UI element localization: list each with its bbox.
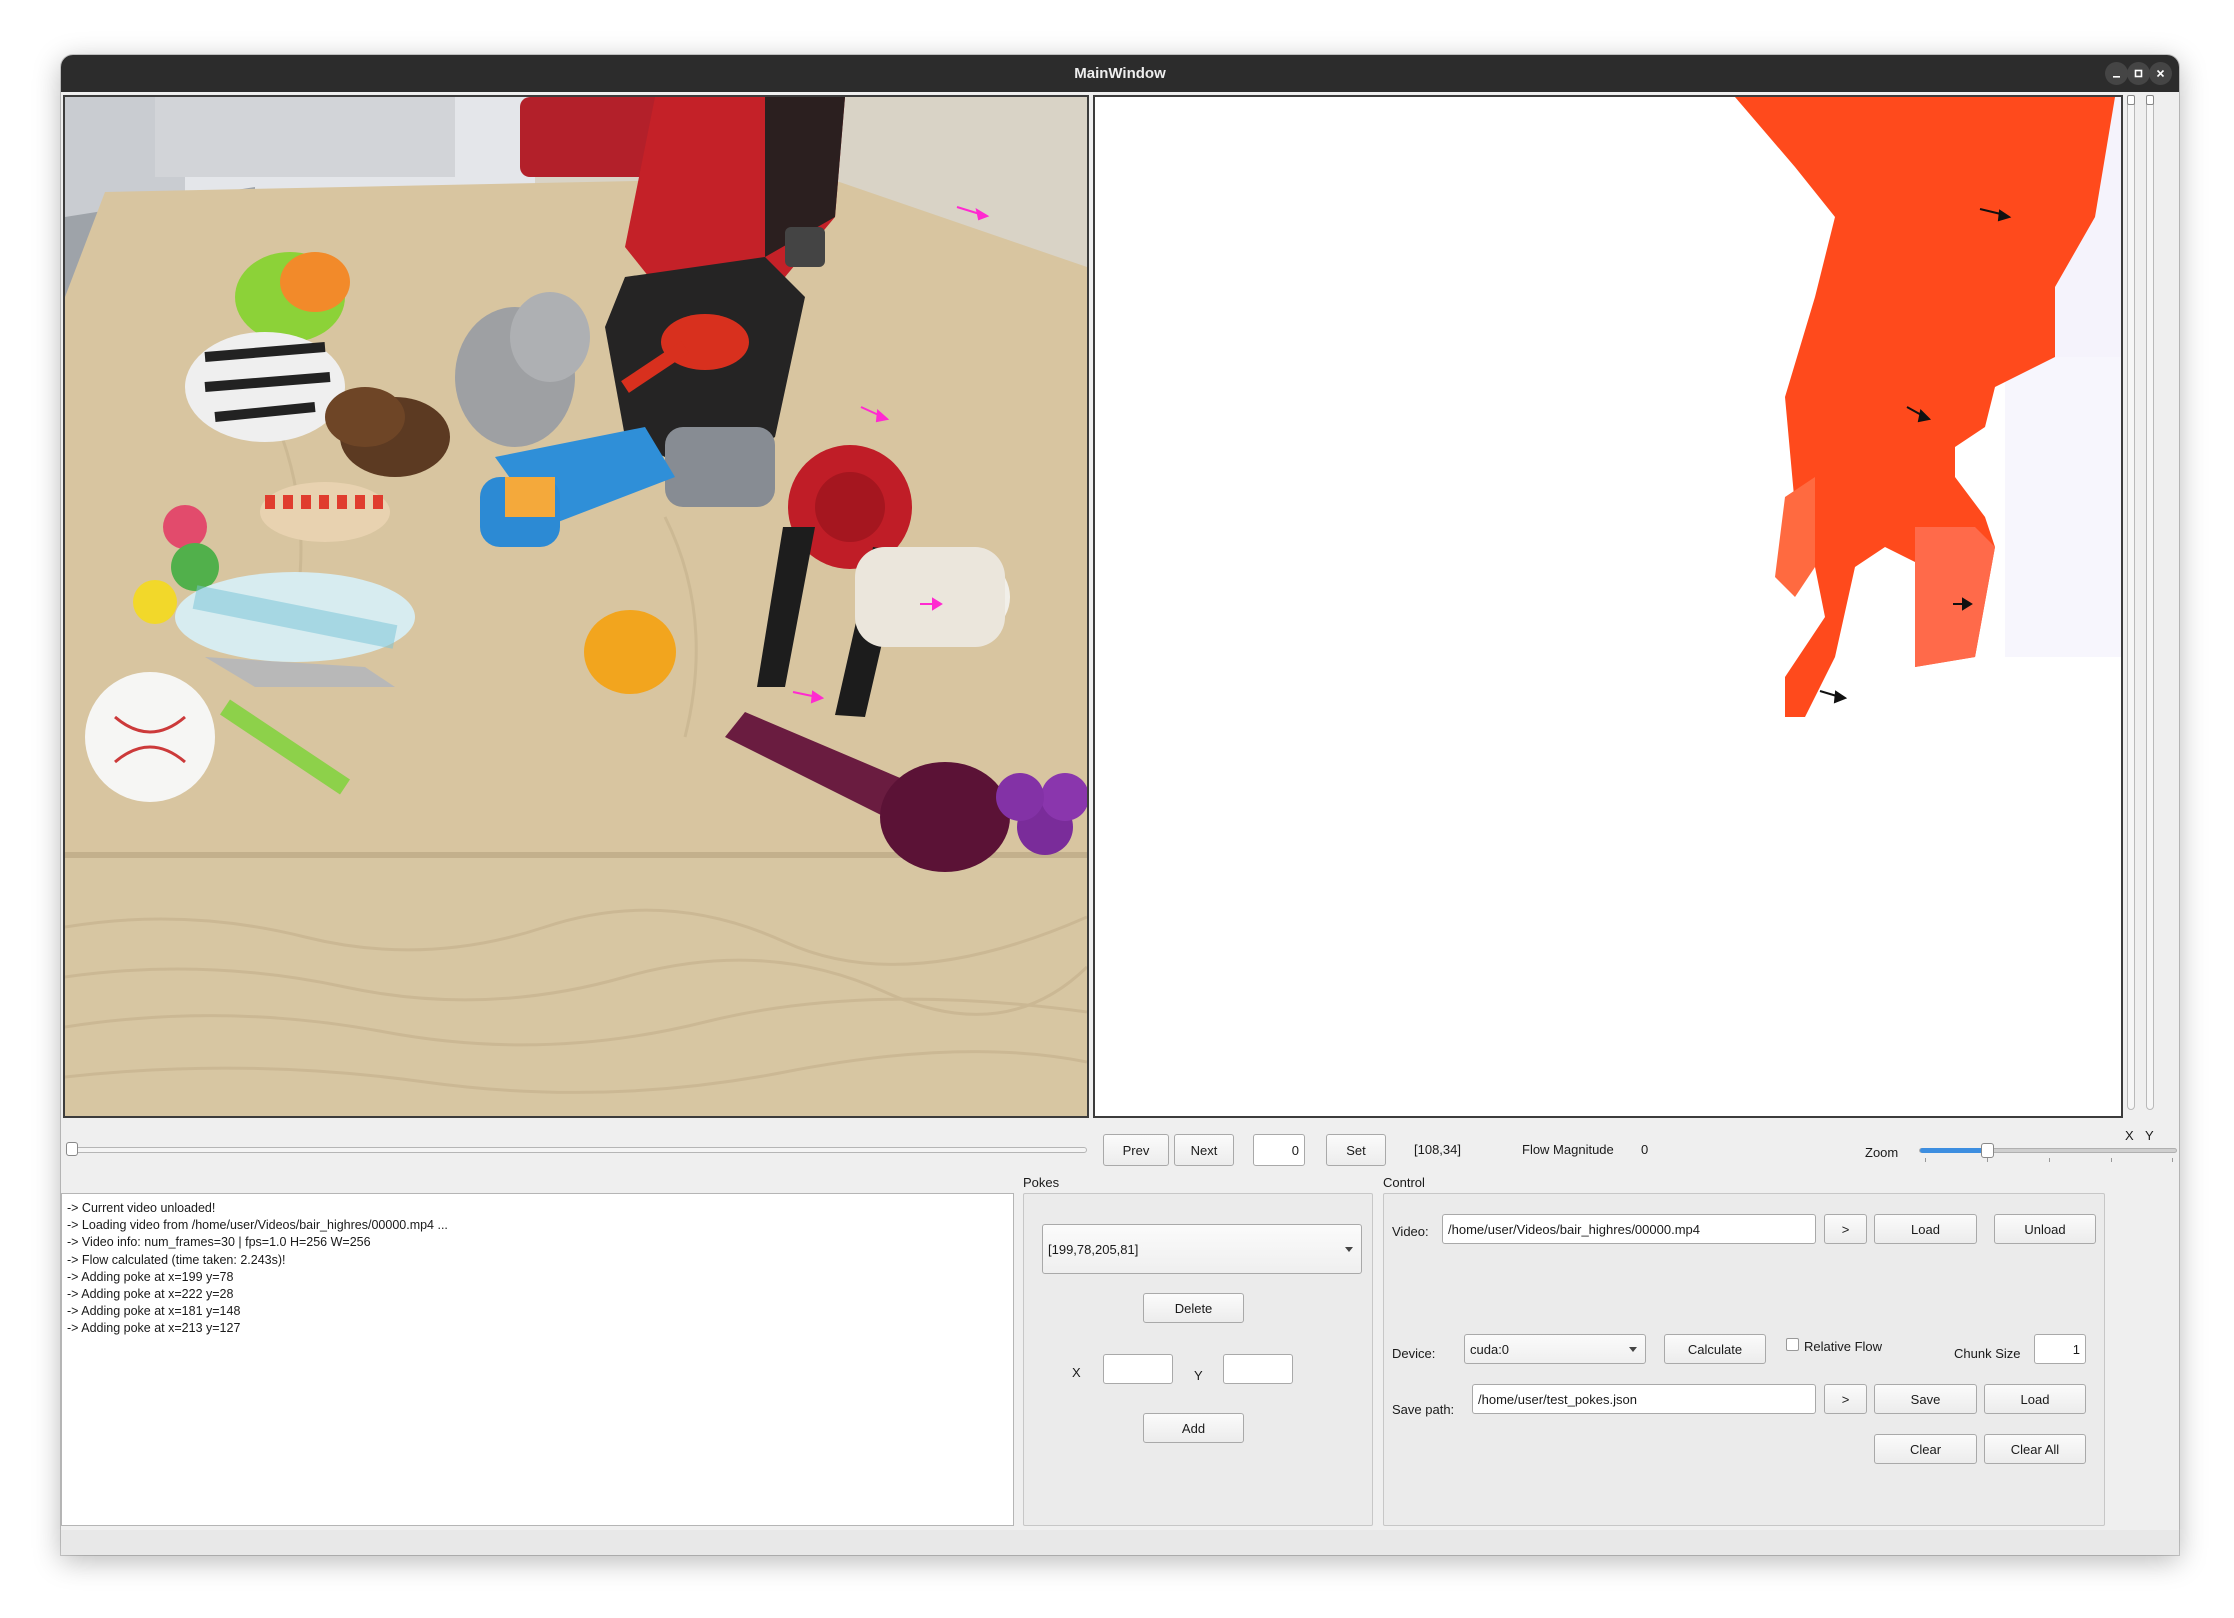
- next-button[interactable]: Next: [1174, 1134, 1234, 1166]
- zoom-tick: [2111, 1158, 2112, 1162]
- close-icon[interactable]: [2149, 62, 2172, 85]
- flow-magnitude-image: [1095, 97, 2121, 1116]
- save-path-label: Save path:: [1392, 1402, 1455, 1417]
- zoom-slider-handle[interactable]: [1981, 1143, 1994, 1158]
- relative-flow-checkbox[interactable]: [1786, 1338, 1799, 1351]
- zoom-slider-fill: [1920, 1148, 1987, 1153]
- flow-magnitude-label: Flow Magnitude: [1522, 1142, 1614, 1157]
- poke-select-value: [199,78,205,81]: [1048, 1241, 1139, 1257]
- zoom-label: Zoom: [1865, 1145, 1899, 1160]
- zoom-slider[interactable]: [1919, 1143, 2177, 1162]
- zoom-tick: [2049, 1158, 2050, 1162]
- status-bar: [61, 1530, 2179, 1555]
- load-pokes-button[interactable]: Load: [1984, 1384, 2086, 1414]
- pokes-group-title: Pokes: [1023, 1175, 1060, 1190]
- set-frame-button[interactable]: Set: [1326, 1134, 1386, 1166]
- y-offset-slider[interactable]: [2146, 95, 2154, 1110]
- log-line: -> Adding poke at x=181 y=148: [67, 1304, 241, 1319]
- device-label: Device:: [1392, 1346, 1436, 1361]
- load-video-button[interactable]: Load: [1874, 1214, 1977, 1244]
- zoom-tick: [2172, 1158, 2173, 1162]
- chunk-size-input[interactable]: [2034, 1334, 2086, 1364]
- log-line: -> Video info: num_frames=30 | fps=1.0 H…: [67, 1235, 371, 1250]
- poke-x-label: X: [1072, 1365, 1081, 1380]
- main-window: MainWindow X Y Prev Next 0 Set [108,34] …: [61, 55, 2179, 1555]
- video-frame-image: [65, 97, 1087, 1116]
- log-output[interactable]: -> Current video unloaded! -> Loading vid…: [61, 1193, 1014, 1526]
- calculate-flow-button[interactable]: Calculate: [1664, 1334, 1766, 1364]
- control-group-title: Control: [1383, 1175, 1425, 1190]
- flow-view[interactable]: [1093, 95, 2123, 1118]
- device-select-value: cuda:0: [1470, 1341, 1510, 1357]
- add-poke-button[interactable]: Add: [1143, 1413, 1244, 1443]
- y-axis-label: Y: [2145, 1128, 2154, 1143]
- cursor-coordinates: [108,34]: [1414, 1142, 1461, 1157]
- relative-flow-label: Relative Flow: [1804, 1339, 1883, 1354]
- log-line: -> Flow calculated (time taken: 2.243s)!: [67, 1252, 286, 1267]
- zoom-tick: [1925, 1158, 1926, 1162]
- chevron-down-icon: [1629, 1347, 1637, 1352]
- flow-magnitude-value: 0: [1641, 1142, 1649, 1157]
- poke-y-label: Y: [1194, 1368, 1203, 1383]
- x-slider-handle[interactable]: [2127, 95, 2135, 105]
- log-line: -> Adding poke at x=213 y=127: [67, 1321, 241, 1336]
- x-offset-slider[interactable]: [2127, 95, 2135, 1110]
- frame-timeline-slider[interactable]: [66, 1142, 1087, 1156]
- poke-x-input[interactable]: [1103, 1354, 1173, 1384]
- control-group: Video: > Load Unload Device: cuda:0 Calc…: [1383, 1193, 2105, 1526]
- timeline-handle[interactable]: [66, 1142, 78, 1156]
- clear-all-button[interactable]: Clear All: [1984, 1434, 2086, 1464]
- log-line: -> Adding poke at x=199 y=78: [67, 1269, 234, 1284]
- frame-number-input[interactable]: [1253, 1134, 1305, 1166]
- log-line: -> Current video unloaded!: [67, 1201, 216, 1215]
- minimize-icon[interactable]: [2105, 62, 2128, 85]
- unload-video-button[interactable]: Unload: [1994, 1214, 2096, 1244]
- title-bar[interactable]: MainWindow: [61, 55, 2179, 92]
- window-title: MainWindow: [1074, 65, 1166, 82]
- poke-y-input[interactable]: [1223, 1354, 1293, 1384]
- save-path-input[interactable]: [1472, 1384, 1816, 1414]
- device-select[interactable]: cuda:0: [1464, 1334, 1646, 1364]
- browse-video-button[interactable]: >: [1824, 1214, 1867, 1244]
- pokes-group: [199,78,205,81] Delete X Y Add: [1023, 1193, 1373, 1526]
- browse-save-path-button[interactable]: >: [1824, 1384, 1867, 1414]
- video-label: Video:: [1392, 1224, 1429, 1239]
- delete-poke-button[interactable]: Delete: [1143, 1293, 1244, 1323]
- y-slider-handle[interactable]: [2146, 95, 2154, 105]
- maximize-icon[interactable]: [2127, 62, 2150, 85]
- video-path-input[interactable]: [1442, 1214, 1816, 1244]
- x-axis-label: X: [2125, 1128, 2134, 1143]
- log-line: -> Loading video from /home/user/Videos/…: [67, 1218, 448, 1233]
- chevron-down-icon: [1345, 1247, 1353, 1252]
- prev-button[interactable]: Prev: [1103, 1134, 1169, 1166]
- zoom-tick: [1987, 1158, 1988, 1162]
- save-pokes-button[interactable]: Save: [1874, 1384, 1977, 1414]
- clear-button[interactable]: Clear: [1874, 1434, 1977, 1464]
- video-frame-view[interactable]: [63, 95, 1089, 1118]
- chunk-size-label: Chunk Size: [1954, 1346, 2021, 1361]
- log-line: -> Adding poke at x=222 y=28: [67, 1287, 234, 1302]
- poke-select[interactable]: [199,78,205,81]: [1042, 1224, 1362, 1274]
